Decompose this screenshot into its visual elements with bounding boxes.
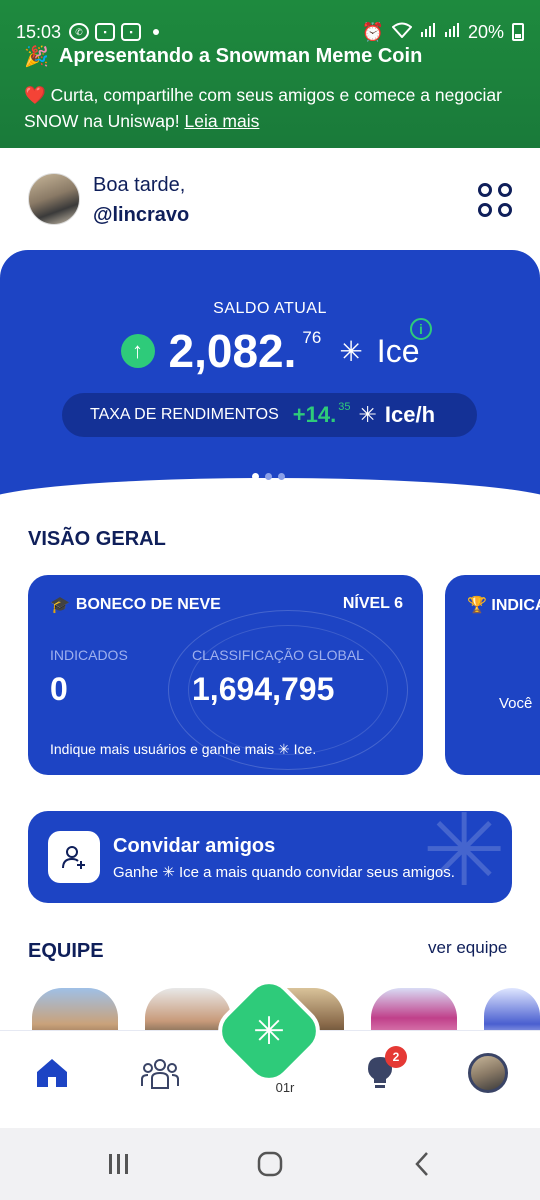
read-more-link[interactable]: Leia mais xyxy=(184,111,259,131)
view-team-link[interactable]: ver equipe xyxy=(428,938,507,958)
pager-dot xyxy=(278,473,285,480)
ice-star-icon: ✳ xyxy=(339,335,363,367)
status-time: 15:03 xyxy=(16,21,62,42)
card-footer: Indique mais usuários e ganhe mais ✳ Ice… xyxy=(50,741,317,757)
more-notifications-dot xyxy=(153,29,160,35)
referrals-label: INDICADOS xyxy=(50,647,128,663)
team-title: EQUIPE xyxy=(28,940,104,962)
invite-subtitle: Ganhe ✳ Ice a mais quando convidar seus … xyxy=(113,864,455,881)
card-title-text: BONECO DE NEVE xyxy=(75,596,221,613)
username: @lincravo xyxy=(93,204,190,226)
graduation-cap-icon: 🎓 xyxy=(50,597,70,614)
back-icon[interactable] xyxy=(410,1150,434,1178)
banner-title: 🎉 Apresentando a Snowman Meme Coin xyxy=(24,44,422,69)
snowman-level-card[interactable]: 🎓 BONECO DE NEVE NÍVEL 6 INDICADOS CLASS… xyxy=(28,575,423,775)
home-system-icon[interactable] xyxy=(256,1150,284,1178)
balance-label: SALDO ATUAL xyxy=(213,300,327,317)
notifications-badge: 2 xyxy=(385,1046,407,1068)
banner-body: Curta, compartilhe com seus amigos e com… xyxy=(24,85,502,131)
balance-unit: Ice xyxy=(376,332,420,369)
pager-dot xyxy=(265,473,272,480)
alarm-icon: ⏰ xyxy=(361,21,384,42)
recent-apps-icon[interactable] xyxy=(104,1150,134,1178)
ice-mining-icon[interactable]: ✳ xyxy=(226,988,312,1074)
whatsapp-icon: ✆ xyxy=(69,23,90,41)
card-title: 🎓 BONECO DE NEVE xyxy=(50,595,221,615)
invite-friends-card[interactable]: ✳ Convidar amigos Ganhe ✳ Ice a mais qua… xyxy=(28,811,512,903)
carousel-indicator xyxy=(252,473,285,480)
heart-icon: ❤️ xyxy=(24,85,46,105)
announcement-banner[interactable]: 15:03 ✆ ▪ ▪ ⏰ 20% 🎉 Apresentando a Snowm… xyxy=(0,0,540,148)
signal-icon-2 xyxy=(444,22,460,43)
invite-title: Convidar amigos xyxy=(113,835,276,857)
party-icon: 🎉 xyxy=(24,46,49,68)
rate-label: TAXA DE RENDIMENTOS xyxy=(90,406,279,423)
overview-title: VISÃO GERAL xyxy=(28,528,166,550)
balance-row: ↑ 2,082. 76 ✳ Ice xyxy=(0,324,540,378)
system-navigation-bar xyxy=(0,1128,540,1200)
balance-card: SALDO ATUAL ↑ 2,082. 76 ✳ Ice xyxy=(0,250,540,500)
referrals-card[interactable]: 🏆 INDICA Você xyxy=(445,575,540,775)
home-icon[interactable] xyxy=(32,1053,72,1093)
add-user-icon xyxy=(48,831,100,883)
rate-decimals: 35 xyxy=(338,401,351,413)
wifi-icon xyxy=(391,22,413,43)
referrals-card-title: 🏆 INDICA xyxy=(467,595,540,615)
notification-icon-2: ▪ xyxy=(121,23,142,41)
level-label: NÍVEL 6 xyxy=(342,595,403,612)
pager-dot-active xyxy=(252,473,259,480)
signal-icon xyxy=(420,22,436,43)
mining-timer: 01r xyxy=(275,1080,295,1095)
balance-value: 2,082. xyxy=(168,325,297,377)
global-rank-label: CLASSIFICAÇÃO GLOBAL xyxy=(192,647,364,663)
battery-percent: 20% xyxy=(467,21,504,42)
banner-title-text: Apresentando a Snowman Meme Coin xyxy=(58,45,423,67)
trophy-icon: 🏆 xyxy=(467,597,487,614)
apps-menu-icon[interactable] xyxy=(478,183,512,217)
rate-value: +14. xyxy=(292,402,337,427)
referrals-card-text: Você xyxy=(499,695,533,712)
profile-avatar[interactable] xyxy=(468,1053,508,1093)
global-rank-value: 1,694,795 xyxy=(192,671,335,707)
snowflake-decoration-icon: ✳ xyxy=(422,811,506,903)
banner-text: ❤️ Curta, compartilhe com seus amigos e … xyxy=(24,82,524,134)
greeting: Boa tarde, xyxy=(93,174,186,196)
ice-star-icon: ✳ xyxy=(358,402,377,427)
referrals-value: 0 xyxy=(50,671,68,707)
battery-icon xyxy=(512,23,524,41)
referrals-card-title-text: INDICA xyxy=(491,597,540,614)
notification-icon: ▪ xyxy=(95,23,116,41)
info-icon[interactable]: i xyxy=(410,318,432,340)
rate-unit: Ice/h xyxy=(384,402,436,427)
user-avatar[interactable] xyxy=(28,173,80,225)
team-icon[interactable] xyxy=(140,1053,180,1093)
status-bar: 15:03 ✆ ▪ ▪ ⏰ 20% xyxy=(16,20,524,44)
balance-decimals: 76 xyxy=(302,328,322,347)
arrow-up-icon: ↑ xyxy=(120,334,155,368)
earning-rate-pill: TAXA DE RENDIMENTOS +14. 35 ✳ Ice/h xyxy=(62,393,477,437)
